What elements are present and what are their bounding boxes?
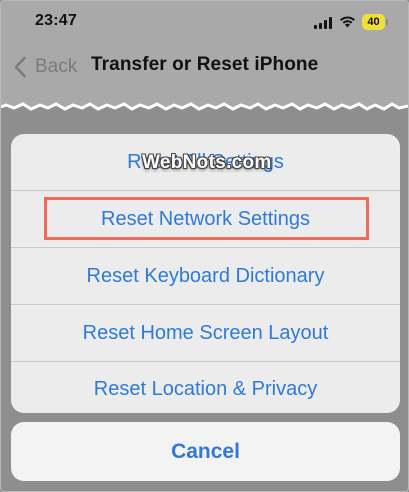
reset-location-privacy-option[interactable]: Reset Location & Privacy [11, 361, 400, 413]
top-area: 23:47 40 Back Transfer or Reset iPhone [1, 1, 408, 105]
back-label: Back [35, 56, 78, 77]
wifi-icon [340, 16, 355, 28]
status-bar: 23:47 40 [1, 1, 408, 45]
status-time: 23:47 [35, 12, 77, 29]
reset-action-sheet: Reset All Settings Reset Network Setting… [11, 134, 400, 413]
battery-icon: 40 [362, 14, 390, 30]
cellular-signal-icon [314, 17, 332, 29]
watermark-text: WebNots.com [142, 152, 272, 173]
page-title: Transfer or Reset iPhone [91, 54, 319, 75]
back-button[interactable]: Back [13, 54, 77, 80]
highlight-annotation-box [44, 197, 369, 240]
nav-bar: Back Transfer or Reset iPhone [1, 46, 408, 86]
chevron-left-icon [14, 56, 26, 78]
torn-edge-divider [1, 97, 408, 111]
screenshot-frame: 23:47 40 Back Transfer or Reset iPhone R… [0, 0, 409, 492]
reset-home-screen-layout-option[interactable]: Reset Home Screen Layout [11, 305, 400, 361]
reset-keyboard-dictionary-option[interactable]: Reset Keyboard Dictionary [11, 248, 400, 304]
cancel-button[interactable]: Cancel [11, 422, 400, 481]
battery-tip [386, 19, 388, 25]
battery-level: 40 [367, 16, 380, 28]
